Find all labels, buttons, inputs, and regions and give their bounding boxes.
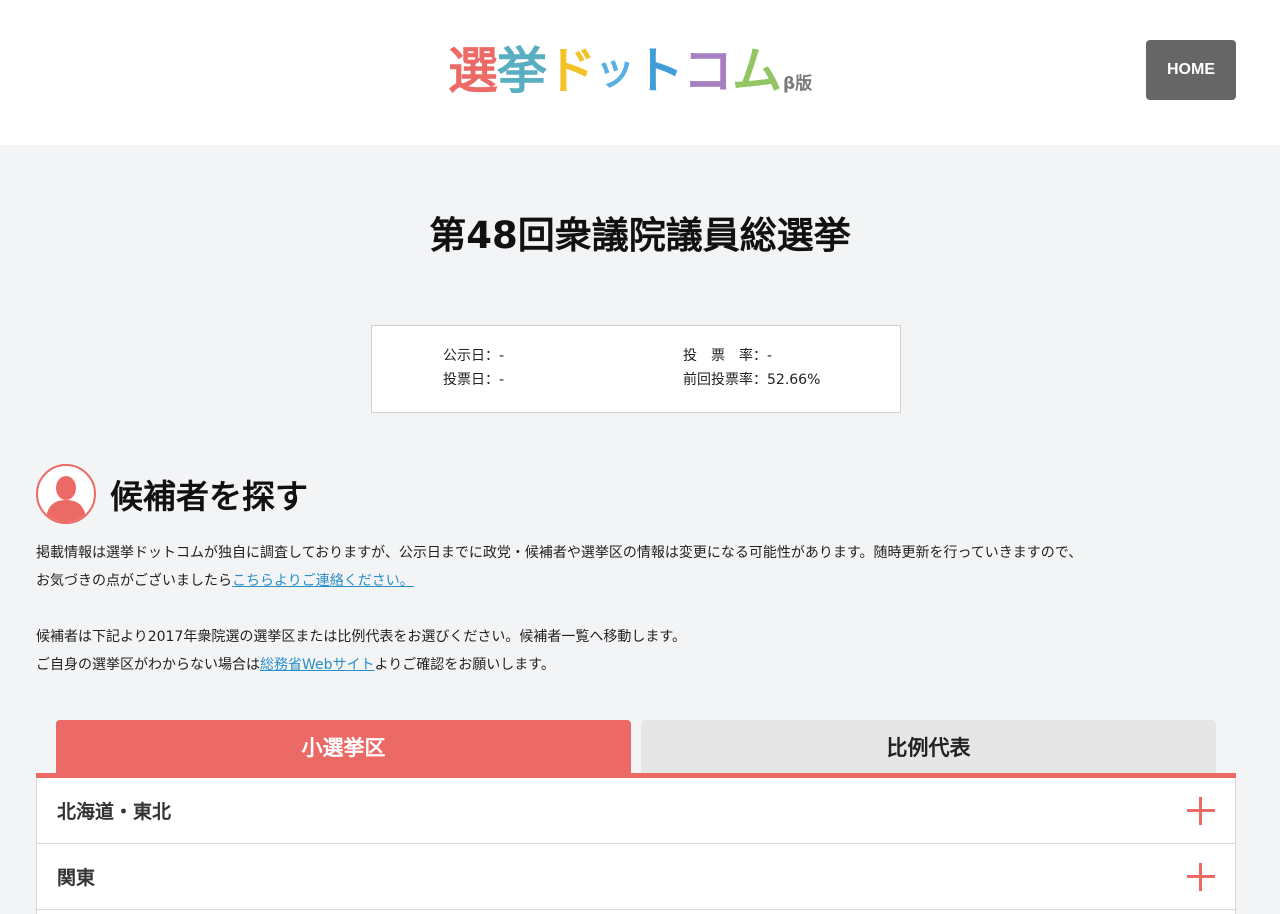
logo-char-1: 選	[448, 42, 498, 100]
disclaimer-line-1: 掲載情報は選挙ドットコムが独自に調査しておりますが、公示日までに政党・候補者や選…	[36, 545, 1083, 561]
logo-beta-badge: β版	[783, 74, 813, 94]
region-next[interactable]	[36, 910, 1236, 914]
instruction-line-2: ご自身の選挙区がわからない場合は総務省Webサイトよりご確認をお願いします。	[36, 651, 555, 679]
region-label: 関東	[57, 867, 96, 889]
page-title: 第48回衆議院議員総選挙	[429, 214, 851, 257]
region-kanto[interactable]: 関東	[36, 844, 1236, 910]
logo-char-2: 挙	[497, 42, 547, 100]
tab-single-seat[interactable]: 小選挙区	[56, 720, 631, 774]
disclaimer-text: お気づきの点がございましたら	[36, 573, 232, 589]
candidate-search-heading: 候補者を探す	[36, 464, 308, 524]
vote-date: 投票日：-	[443, 372, 505, 388]
disclaimer-line-2: お気づきの点がございましたらこちらよりご連絡ください。	[36, 567, 414, 595]
plus-icon[interactable]	[1187, 863, 1215, 891]
tab-proportional[interactable]: 比例代表	[641, 720, 1216, 774]
region-label: 北海道・東北	[57, 801, 172, 823]
logo-char-6: コ	[683, 42, 733, 100]
instruction-text-pre: ご自身の選挙区がわからない場合は	[36, 657, 260, 673]
logo-char-7: ム	[732, 42, 782, 100]
person-icon	[36, 464, 96, 524]
site-logo[interactable]: 選 挙 ド ッ ト コ ム β版	[448, 40, 812, 100]
instruction-text-post: よりご確認をお願いします。	[374, 657, 555, 673]
search-title: 候補者を探す	[110, 477, 308, 516]
region-hokkaido-tohoku[interactable]: 北海道・東北	[36, 778, 1236, 844]
logo-char-4: ッ	[595, 48, 635, 94]
previous-turnout: 前回投票率：52.66%	[683, 372, 821, 388]
logo-char-3: ド	[546, 42, 596, 100]
announce-date: 公示日：-	[443, 348, 505, 364]
contact-link[interactable]: こちらよりご連絡ください。	[232, 573, 414, 589]
site-header: 選 挙 ド ッ ト コ ム β版 HOME	[0, 0, 1280, 145]
logo-char-5: ト	[634, 42, 684, 100]
plus-icon[interactable]	[1187, 797, 1215, 825]
election-info-box: 公示日：- 投票日：- 投 票 率：- 前回投票率：52.66%	[371, 325, 901, 413]
home-button[interactable]: HOME	[1146, 40, 1236, 100]
instruction-line-1: 候補者は下記より2017年衆院選の選挙区または比例代表をお選びください。候補者一…	[36, 629, 686, 645]
turnout: 投 票 率：-	[683, 348, 773, 364]
soumu-website-link[interactable]: 総務省Webサイト	[260, 657, 375, 673]
